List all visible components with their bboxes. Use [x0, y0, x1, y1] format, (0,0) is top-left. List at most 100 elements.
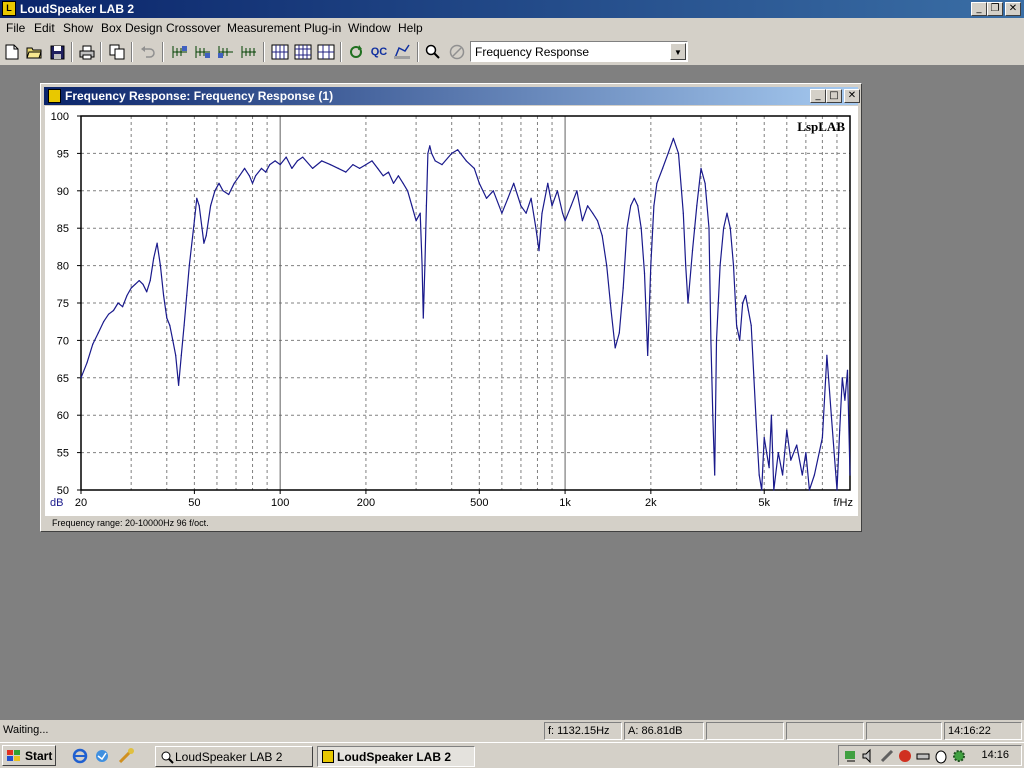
data-point	[80, 377, 82, 379]
data-point	[700, 167, 702, 169]
y-tick-label: 85	[57, 223, 69, 235]
start-button[interactable]: Start	[2, 745, 56, 766]
x-tick-label: 5k	[758, 497, 770, 509]
status-frequency: f: 1132.15Hz	[544, 722, 622, 740]
add-curve-3-icon[interactable]	[216, 42, 236, 62]
network-icon[interactable]	[843, 748, 859, 764]
internet-explorer-icon[interactable]	[72, 747, 89, 764]
menu-help[interactable]: Help	[398, 21, 423, 35]
menu-plug-in[interactable]: Plug-in	[304, 21, 341, 35]
refresh-icon[interactable]	[346, 42, 366, 62]
y-tick-label: 75	[57, 298, 69, 310]
view-select-value: Frequency Response	[475, 45, 590, 59]
save-icon[interactable]	[47, 42, 67, 62]
data-point	[710, 339, 712, 341]
data-point	[222, 190, 224, 192]
data-point	[183, 324, 185, 326]
child-title-bar[interactable]: Frequency Response: Frequency Response (…	[44, 87, 860, 105]
outlook-express-icon[interactable]	[94, 747, 111, 764]
new-file-icon[interactable]	[2, 42, 22, 62]
data-point	[407, 190, 409, 192]
restore-button[interactable]: ❐	[987, 2, 1003, 16]
minimize-button[interactable]: _	[971, 2, 987, 16]
gear-icon[interactable]	[951, 748, 967, 764]
data-point	[274, 160, 276, 162]
menu-window[interactable]: Window	[348, 21, 391, 35]
data-point	[650, 265, 652, 267]
print-icon[interactable]	[77, 42, 97, 62]
close-button[interactable]: ✕	[1005, 2, 1021, 16]
data-point	[844, 399, 846, 401]
data-point	[302, 156, 304, 158]
plot-area[interactable]: 100 95 90 85 80 75 70 65 60 55 50 20 50 100 200 500 1k 2k…	[45, 106, 858, 516]
data-point	[672, 137, 675, 139]
data-point	[228, 193, 230, 196]
data-point	[186, 294, 188, 297]
stop-icon[interactable]	[447, 42, 467, 62]
data-point	[826, 354, 828, 356]
grid-tool-2-icon[interactable]	[293, 42, 313, 62]
data-point	[614, 347, 616, 349]
data-point	[719, 265, 721, 267]
toolbar-separator	[417, 42, 419, 62]
taskbar-button-loudspeaker-lab-active[interactable]: LoudSpeaker LAB 2	[317, 746, 475, 767]
add-curve-icon[interactable]	[170, 42, 190, 62]
volume-icon[interactable]	[861, 748, 877, 764]
grid-tool-icon[interactable]	[270, 42, 290, 62]
data-point	[562, 212, 564, 214]
antivirus-icon[interactable]	[897, 748, 913, 764]
data-point	[637, 205, 639, 207]
data-point	[427, 152, 429, 154]
menu-box-design[interactable]: Box Design	[101, 21, 162, 35]
data-point	[610, 309, 612, 312]
data-point	[117, 302, 119, 304]
data-point	[180, 354, 182, 356]
open-folder-icon[interactable]	[24, 42, 44, 62]
data-point	[465, 160, 467, 162]
data-point	[163, 294, 165, 297]
view-select[interactable]: Frequency Response ▼	[470, 41, 688, 62]
child-close-button[interactable]: ✕	[844, 89, 860, 103]
quicklaunch-tool-icon[interactable]	[118, 747, 135, 764]
system-tray: 14:16	[838, 745, 1022, 766]
data-point	[667, 152, 669, 154]
child-minimize-button[interactable]: _	[810, 89, 826, 103]
data-point	[801, 474, 803, 476]
zoom-icon[interactable]	[423, 42, 443, 62]
measure-icon[interactable]	[392, 42, 412, 62]
menu-measurement[interactable]: Measurement	[227, 21, 300, 35]
app-icon[interactable]: L	[2, 1, 16, 16]
add-curve-4-icon[interactable]	[239, 42, 259, 62]
add-curve-2-icon[interactable]	[193, 42, 213, 62]
tray-device-icon[interactable]	[915, 748, 931, 764]
app-title-bar[interactable]: L LoudSpeaker LAB 2 _ ❐ ✕	[0, 0, 1024, 18]
data-point	[551, 205, 553, 207]
menu-crossover[interactable]: Crossover	[166, 21, 221, 35]
chevron-down-icon[interactable]: ▼	[670, 43, 686, 60]
menu-file[interactable]: File	[6, 21, 25, 35]
speaker-icon[interactable]	[48, 89, 61, 103]
child-maximize-button[interactable]: □	[826, 89, 842, 103]
copy-icon[interactable]	[107, 42, 127, 62]
data-point	[750, 324, 752, 326]
data-point	[269, 164, 271, 166]
menu-show[interactable]: Show	[63, 21, 93, 35]
data-point	[501, 212, 503, 214]
data-point	[836, 489, 838, 491]
undo-icon[interactable]	[138, 42, 158, 62]
menu-edit[interactable]: Edit	[34, 21, 55, 35]
mouse-icon[interactable]	[933, 748, 949, 764]
data-point	[425, 205, 427, 207]
data-point	[122, 306, 124, 308]
frequency-response-chart[interactable]: 100 95 90 85 80 75 70 65 60 55 50 20 50 100 200 500 1k 2k…	[45, 106, 858, 516]
taskbar-button-loudspeaker-lab[interactable]: LoudSpeaker LAB 2	[155, 746, 313, 767]
data-point	[581, 220, 584, 222]
data-point	[770, 414, 773, 416]
grid-tool-3-icon[interactable]	[316, 42, 336, 62]
qc-icon[interactable]: QC	[369, 42, 389, 62]
status-panel-empty	[786, 722, 864, 740]
data-point	[633, 197, 635, 199]
tray-tool-icon[interactable]	[879, 748, 895, 764]
data-point	[643, 272, 646, 274]
data-point	[618, 332, 620, 334]
